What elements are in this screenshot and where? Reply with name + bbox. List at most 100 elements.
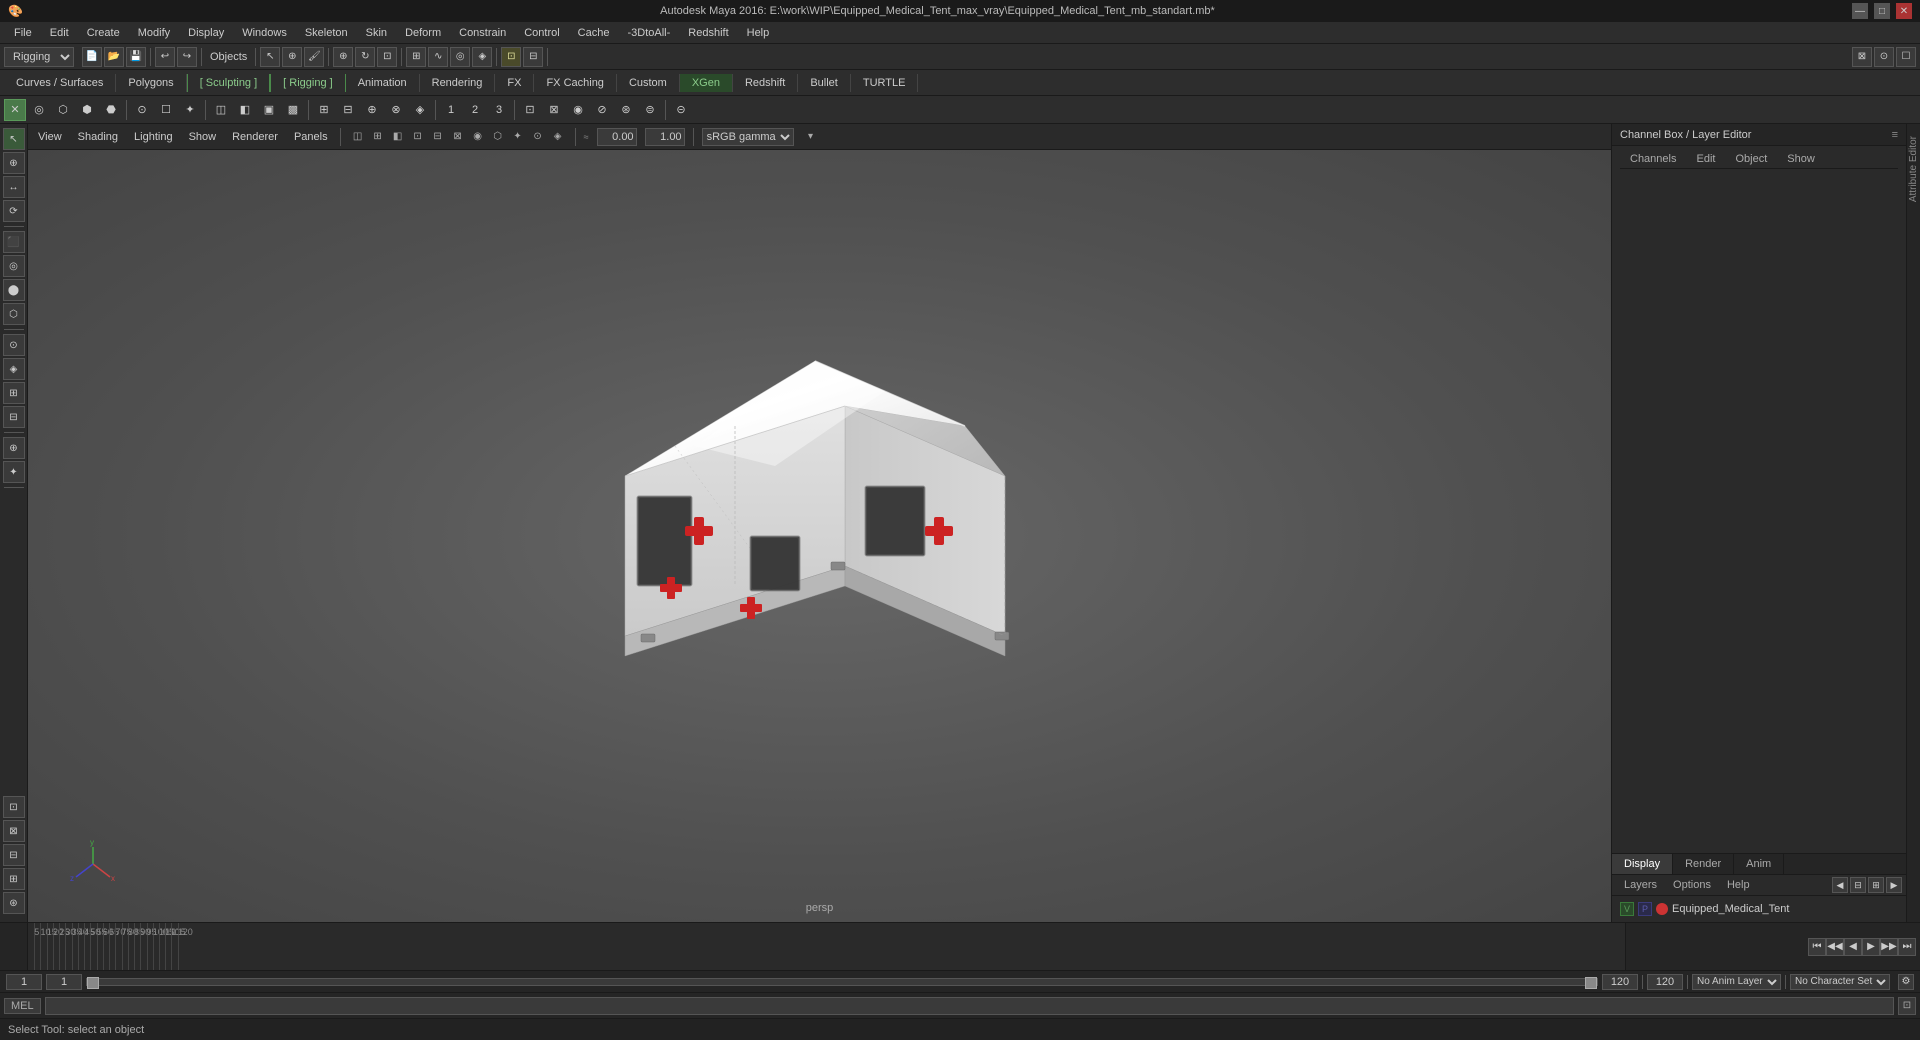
save-scene-btn[interactable]: 💾 bbox=[126, 47, 146, 67]
vp-xray-btn[interactable]: ⊟ bbox=[429, 128, 447, 146]
vp-renderer-menu[interactable]: Renderer bbox=[228, 129, 282, 145]
mode-selector[interactable]: Rigging bbox=[4, 47, 74, 67]
layer-visibility-btn[interactable]: V bbox=[1620, 902, 1634, 916]
minimize-button[interactable]: — bbox=[1852, 3, 1868, 19]
menu-skin[interactable]: Skin bbox=[358, 25, 395, 41]
range-slider[interactable] bbox=[86, 978, 1598, 986]
texture-btn[interactable]: ⊠ bbox=[543, 99, 565, 121]
start-frame-input[interactable] bbox=[46, 974, 82, 990]
playback-end-input[interactable] bbox=[1647, 974, 1683, 990]
isolate-select-btn[interactable]: ⊙ bbox=[131, 99, 153, 121]
layer-prev-btn[interactable]: ◀ bbox=[1832, 877, 1848, 893]
layer-expand-btn[interactable]: ⊞ bbox=[1868, 877, 1884, 893]
rotate-btn[interactable]: ↻ bbox=[355, 47, 375, 67]
nurbs-display-btn[interactable]: ⊡ bbox=[519, 99, 541, 121]
menu-skeleton[interactable]: Skeleton bbox=[297, 25, 356, 41]
vp-grid-btn[interactable]: ⊞ bbox=[369, 128, 387, 146]
graph-editor-btn[interactable]: ⊟ bbox=[3, 844, 25, 866]
maximize-button[interactable]: □ bbox=[1874, 3, 1890, 19]
render-btn[interactable]: ⊡ bbox=[501, 47, 521, 67]
select-mode-btn[interactable]: ✕ bbox=[4, 99, 26, 121]
motion-blur-btn[interactable]: ⊜ bbox=[639, 99, 661, 121]
channel-box-close[interactable]: ≡ bbox=[1892, 129, 1898, 141]
lasso-select-btn[interactable]: ⊕ bbox=[282, 47, 302, 67]
vp-camera-btn[interactable]: ◫ bbox=[349, 128, 367, 146]
vp-show-menu[interactable]: Show bbox=[185, 129, 221, 145]
paint-tool[interactable]: ⊕ bbox=[3, 152, 25, 174]
construction-btn[interactable]: ⊙ bbox=[1874, 47, 1894, 67]
open-scene-btn[interactable]: 📂 bbox=[104, 47, 124, 67]
persp-toggle-btn[interactable]: ◫ bbox=[210, 99, 232, 121]
shadow-btn[interactable]: ⊘ bbox=[591, 99, 613, 121]
vp-value1[interactable] bbox=[597, 128, 637, 146]
snap-point-btn[interactable]: ◎ bbox=[450, 47, 470, 67]
ch-tab-edit[interactable]: Edit bbox=[1686, 150, 1725, 168]
resolution-mid-btn[interactable]: 2 bbox=[464, 99, 486, 121]
smear-tool[interactable]: ⊟ bbox=[3, 406, 25, 428]
wireframe-btn[interactable]: ⬡ bbox=[52, 99, 74, 121]
new-scene-btn[interactable]: 📄 bbox=[82, 47, 102, 67]
tab-turtle[interactable]: TURTLE bbox=[851, 74, 919, 92]
spray-tool[interactable]: ⊙ bbox=[3, 334, 25, 356]
ao-btn[interactable]: ⊛ bbox=[615, 99, 637, 121]
panel-btn[interactable]: ▣ bbox=[258, 99, 280, 121]
vp-texture-btn[interactable]: ⬡ bbox=[489, 128, 507, 146]
pb-prev-key-btn[interactable]: ◀◀ bbox=[1826, 938, 1844, 956]
tab-custom[interactable]: Custom bbox=[617, 74, 680, 92]
shade-wire-btn[interactable]: ⬣ bbox=[100, 99, 122, 121]
ch-tab-channels[interactable]: Channels bbox=[1620, 150, 1686, 168]
vp-shadow-btn[interactable]: ⊙ bbox=[529, 128, 547, 146]
select-tool-btn[interactable]: ↖ bbox=[260, 47, 280, 67]
snap-grid-btn[interactable]: ⊞ bbox=[406, 47, 426, 67]
xray-joints-btn[interactable]: ◈ bbox=[409, 99, 431, 121]
vp-lighting-menu[interactable]: Lighting bbox=[130, 129, 177, 145]
vp-hud-btn[interactable]: ⊡ bbox=[409, 128, 427, 146]
menu-windows[interactable]: Windows bbox=[234, 25, 295, 41]
ortho-btn[interactable]: ◧ bbox=[234, 99, 256, 121]
vp-smooth-btn[interactable]: ◉ bbox=[469, 128, 487, 146]
panel2-btn[interactable]: ▩ bbox=[282, 99, 304, 121]
transform-btn[interactable]: ☐ bbox=[1896, 47, 1916, 67]
character-set-select[interactable]: No Character Set bbox=[1790, 974, 1890, 990]
range-end-thumb[interactable] bbox=[1585, 977, 1597, 989]
knife-tool[interactable]: ✦ bbox=[3, 461, 25, 483]
ipr-btn[interactable]: ⊟ bbox=[523, 47, 543, 67]
repeat-tool[interactable]: ◈ bbox=[3, 358, 25, 380]
disp-tab-display[interactable]: Display bbox=[1612, 854, 1673, 874]
end-frame-input[interactable] bbox=[1602, 974, 1638, 990]
menu-edit[interactable]: Edit bbox=[42, 25, 77, 41]
tab-fx-caching[interactable]: FX Caching bbox=[534, 74, 616, 92]
snapping-btn[interactable]: ⊗ bbox=[385, 99, 407, 121]
pb-prev-btn[interactable]: ◀ bbox=[1844, 938, 1862, 956]
menu-redshift[interactable]: Redshift bbox=[680, 25, 736, 41]
hud-btn[interactable]: ⊟ bbox=[337, 99, 359, 121]
xray-btn[interactable]: ☐ bbox=[155, 99, 177, 121]
close-button[interactable]: ✕ bbox=[1896, 3, 1912, 19]
tab-redshift[interactable]: Redshift bbox=[733, 74, 798, 92]
vp-shading-menu[interactable]: Shading bbox=[74, 129, 122, 145]
current-frame-input[interactable] bbox=[6, 974, 42, 990]
menu-modify[interactable]: Modify bbox=[130, 25, 178, 41]
layer-tab-options[interactable]: Options bbox=[1665, 877, 1719, 893]
ch-tab-object[interactable]: Object bbox=[1725, 150, 1777, 168]
menu-file[interactable]: File bbox=[6, 25, 40, 41]
menu-create[interactable]: Create bbox=[79, 25, 128, 41]
vp-colorspace-arrow[interactable]: ▾ bbox=[802, 128, 820, 146]
tab-fx[interactable]: FX bbox=[495, 74, 534, 92]
undo-btn[interactable]: ↩ bbox=[155, 47, 175, 67]
point-light-btn[interactable]: ✦ bbox=[179, 99, 201, 121]
bulge-tool[interactable]: ⊕ bbox=[3, 437, 25, 459]
shape-editor-btn[interactable]: ⊛ bbox=[3, 892, 25, 914]
viewport[interactable]: View Shading Lighting Show Renderer Pane… bbox=[28, 124, 1611, 922]
disp-tab-anim[interactable]: Anim bbox=[1734, 854, 1784, 874]
resolution-low-btn[interactable]: 1 bbox=[440, 99, 462, 121]
layer-next-btn[interactable]: ▶ bbox=[1886, 877, 1902, 893]
dope-sheet-btn[interactable]: ⊞ bbox=[3, 868, 25, 890]
hypershade-btn[interactable]: ⊠ bbox=[3, 820, 25, 842]
input-output-btn[interactable]: ⊠ bbox=[1852, 47, 1872, 67]
grab-tool[interactable]: ⬛ bbox=[3, 231, 25, 253]
vp-view-menu[interactable]: View bbox=[34, 129, 66, 145]
select-tool[interactable]: ↖ bbox=[3, 128, 25, 150]
imprint-tool[interactable]: ⊞ bbox=[3, 382, 25, 404]
camera-mode-btn[interactable]: ◎ bbox=[28, 99, 50, 121]
